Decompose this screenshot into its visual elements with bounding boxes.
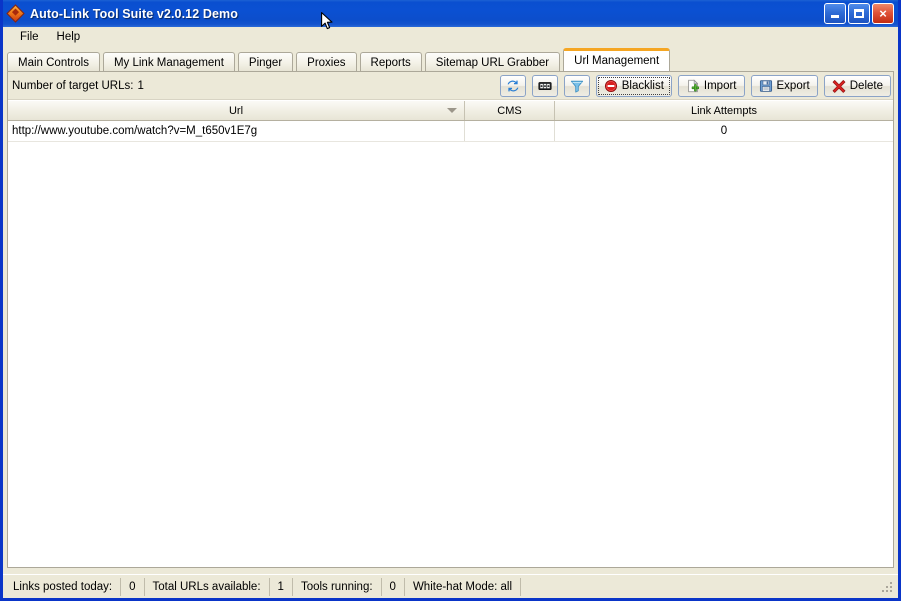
document-add-icon [688,78,699,92]
export-button-label: Export [776,79,810,92]
status-total-urls-available-value: 1 [270,577,293,596]
counter-icon [538,81,552,90]
sort-descending-icon [447,108,457,113]
blacklist-button-label: Blacklist [621,79,664,92]
blacklist-button[interactable]: Blacklist [595,74,672,97]
column-header-link-attempts[interactable]: Link Attempts [555,101,893,120]
status-links-posted-today-number: 0 [129,580,136,593]
import-button[interactable]: Import [677,74,745,97]
status-total-urls-available-label: Total URLs available: [152,580,261,593]
application-window: Auto-Link Tool Suite v2.0.12 Demo × File… [0,0,901,601]
status-white-hat-mode: White-hat Mode: all [405,577,522,596]
resize-grip-icon[interactable] [881,580,895,594]
filter-button[interactable] [563,74,590,97]
maximize-icon [854,9,864,18]
target-url-count-value: 1 [137,79,144,92]
status-tools-running-number: 0 [389,580,396,593]
status-links-posted-today-value: 0 [121,577,145,596]
import-button-label: Import [703,79,737,92]
close-icon: × [879,5,887,21]
grid-header-row: Url CMS Link Attempts [8,101,893,121]
toolbar: Number of target URLs: 1 Blacklist Impor… [8,72,893,100]
minimize-icon [831,15,839,18]
status-tools-running-label: Tools running: [300,580,373,593]
cell-url: http://www.youtube.com/watch?v=M_t650v1E… [8,121,465,141]
maximize-button[interactable] [848,3,870,24]
refresh-icon [507,80,519,91]
tab-sitemap-url-grabber[interactable]: Sitemap URL Grabber [424,52,561,72]
export-button[interactable]: Export [750,74,818,97]
menu-item-help[interactable]: Help [48,29,90,45]
toolbar-buttons: Blacklist Import Export Delete [499,74,891,97]
tab-main-controls[interactable]: Main Controls [7,52,100,72]
counter-button[interactable] [531,74,558,97]
delete-button-label: Delete [849,79,883,92]
tab-strip: Main Controls My Link Management Pinger … [3,48,898,72]
window-controls: × [824,3,896,24]
column-header-url-label: Url [228,104,244,117]
close-button[interactable]: × [872,3,894,24]
table-row[interactable]: http://www.youtube.com/watch?v=M_t650v1E… [8,121,893,142]
red-x-icon [832,79,846,93]
refresh-button[interactable] [499,74,526,97]
status-links-posted-today-label: Links posted today: [13,580,113,593]
status-white-hat-mode-label: White-hat Mode: all [412,580,513,593]
column-header-link-attempts-label: Link Attempts [690,104,758,117]
tab-reports[interactable]: Reports [359,52,422,72]
cell-cms [465,121,555,141]
tab-url-management[interactable]: Url Management [563,48,671,71]
delete-button[interactable]: Delete [823,74,891,97]
status-tools-running-value: 0 [382,577,405,596]
url-data-grid: Url CMS Link Attempts http://www.youtube… [8,101,893,567]
title-bar: Auto-Link Tool Suite v2.0.12 Demo × [3,0,898,27]
tab-my-link-management[interactable]: My Link Management [102,52,235,72]
funnel-icon [570,80,583,93]
diamond-app-icon [6,3,25,23]
status-tools-running: Tools running: [293,577,382,596]
column-header-cms[interactable]: CMS [465,101,555,120]
window-title: Auto-Link Tool Suite v2.0.12 Demo [30,6,238,21]
status-links-posted-today: Links posted today: [5,577,122,596]
target-url-count: Number of target URLs: 1 [12,80,500,92]
floppy-disk-icon [759,79,772,92]
column-header-url[interactable]: Url [8,101,465,120]
status-bar: Links posted today: 0 Total URLs availab… [3,574,898,598]
tab-pinger[interactable]: Pinger [237,52,294,72]
menu-item-file[interactable]: File [11,29,48,45]
minimize-button[interactable] [824,3,846,24]
no-entry-icon [604,79,617,92]
tab-proxies[interactable]: Proxies [296,52,357,72]
url-management-panel: Number of target URLs: 1 Blacklist Impor… [7,71,894,568]
target-url-count-label: Number of target URLs: [12,79,134,92]
column-header-cms-label: CMS [497,104,522,117]
cell-link-attempts: 0 [720,125,728,137]
status-total-urls-available: Total URLs available: [145,577,270,596]
status-total-urls-available-number: 1 [277,580,284,593]
menu-bar: File Help [3,27,898,48]
